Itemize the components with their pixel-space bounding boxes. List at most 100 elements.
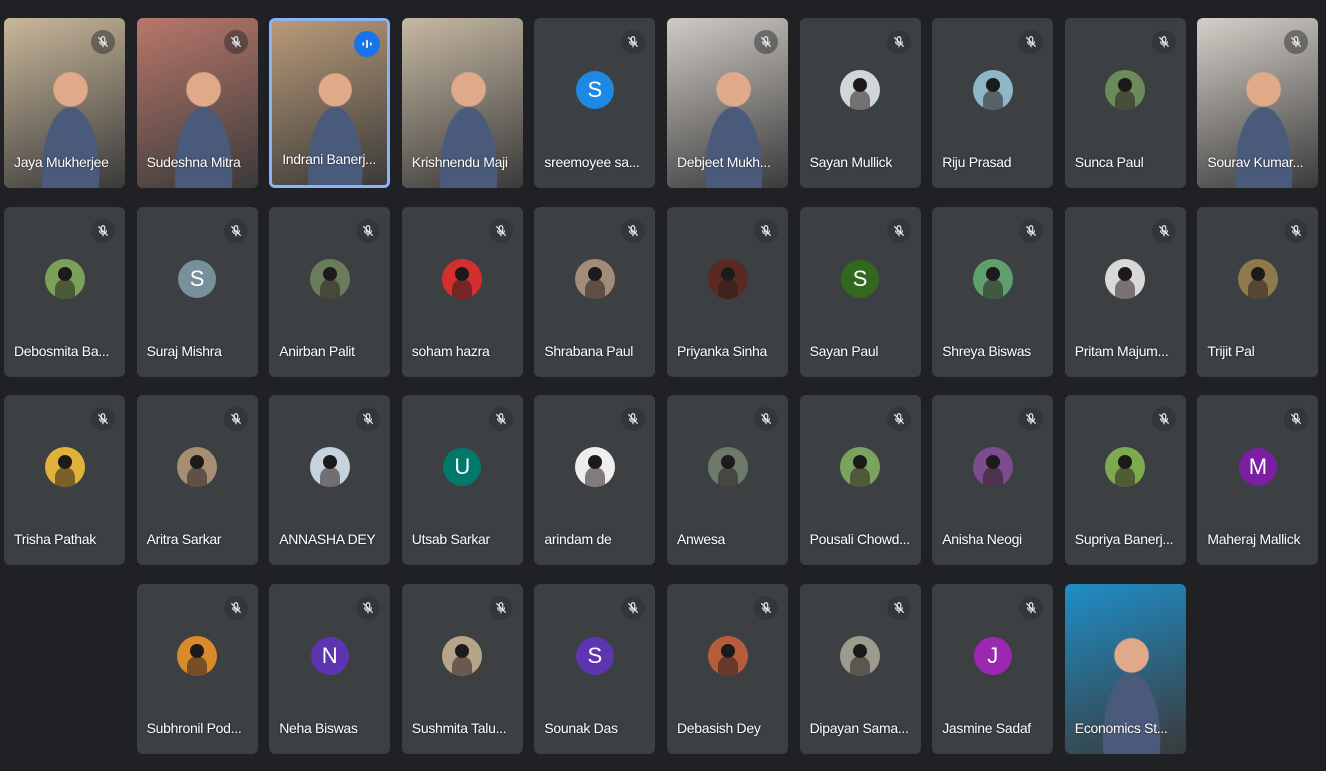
avatar-photo [309, 447, 350, 487]
mic-off-icon [886, 218, 911, 243]
participant-tile-economics-st[interactable]: Economics St... [1064, 583, 1186, 754]
avatar-photo [707, 258, 748, 299]
avatar-initial: U [443, 448, 482, 486]
mic-off-icon [1019, 595, 1044, 620]
participant-name: Aritra Sarkar [146, 531, 222, 547]
mic-off-icon [621, 30, 646, 54]
participant-name: Sayan Paul [809, 342, 879, 359]
participant-tile-priyanka-sinha[interactable]: Priyanka Sinha [667, 206, 788, 377]
participant-name: arindam de [544, 531, 612, 547]
avatar-initial: S [575, 636, 614, 675]
mic-off-icon [754, 407, 778, 431]
participant-tile-anirban-palit[interactable]: Anirban Palit [269, 206, 391, 377]
participant-name: Debjeet Mukh... [677, 154, 771, 170]
participant-name: Maheraj Mallick [1207, 531, 1301, 547]
participant-name: Sudeshna Mitra [146, 154, 241, 170]
participant-tile-supriya-banerj[interactable]: Supriya Banerj... [1064, 395, 1186, 565]
participant-tile-sushmita-talu[interactable]: Sushmita Talu... [401, 583, 523, 754]
mic-off-icon [886, 595, 911, 620]
participant-name: Jaya Mukherjee [14, 154, 109, 170]
mic-off-icon [91, 30, 115, 54]
avatar-photo [972, 70, 1013, 110]
participant-tile-sreemoyee-sa[interactable]: Ssreemoyee sa... [534, 18, 656, 188]
participant-tile-arindam-de[interactable]: arindam de [534, 395, 656, 565]
participant-name: Riju Prasad [942, 154, 1012, 170]
avatar-photo [44, 447, 85, 487]
participant-name: Subhronil Pod... [146, 719, 242, 736]
participant-tile-sayan-mullick[interactable]: Sayan Mullick [799, 18, 921, 188]
participant-tile-sudeshna-mitra[interactable]: Sudeshna Mitra [136, 18, 258, 188]
mic-off-icon [754, 30, 778, 54]
mic-off-icon [754, 218, 778, 243]
participant-name: Sounak Das [544, 719, 618, 736]
participant-tile-pousali-chowd[interactable]: Pousali Chowd... [799, 395, 921, 565]
avatar-initial: N [310, 636, 349, 675]
participant-tile-aritra-sarkar[interactable]: Aritra Sarkar [136, 395, 258, 565]
participant-name: Suraj Mishra [146, 342, 222, 359]
mic-off-icon [356, 407, 381, 431]
participant-tile-trijit-pal[interactable]: Trijit Pal [1197, 206, 1319, 377]
participant-tile-maheraj-mallick[interactable]: M Maheraj Mallick [1197, 395, 1319, 565]
avatar-initial: S [841, 259, 880, 298]
participant-tile-soham-hazra[interactable]: soham hazra [401, 206, 523, 377]
avatar-photo [309, 258, 350, 299]
participant-name: Trisha Pathak [14, 531, 96, 547]
participant-tile-jaya-mukherjee[interactable]: Jaya Mukherjee [4, 18, 125, 188]
participant-tile-jasmine-sadaf[interactable]: J Jasmine Sadaf [932, 583, 1054, 754]
participant-tile-anwesa[interactable]: Anwesa [667, 395, 788, 565]
mic-off-icon [621, 407, 646, 431]
mic-off-icon [621, 218, 646, 243]
participant-tile-annasha-dey[interactable]: ANNASHA DEY [269, 395, 391, 565]
participant-name: Indrani Banerj... [282, 151, 376, 167]
avatar-photo [972, 258, 1013, 299]
participant-name: ANNASHA DEY [279, 531, 376, 547]
participant-tile-sounak-das[interactable]: S Sounak Das [534, 583, 656, 754]
participant-tile-krishnendu-maji[interactable]: Krishnendu Maji [401, 18, 523, 188]
mic-off-icon [1151, 218, 1176, 243]
participant-name: soham hazra [411, 342, 490, 359]
participant-tile-shreya-biswas[interactable]: Shreya Biswas [932, 206, 1054, 377]
participant-tile-pritam-majum[interactable]: Pritam Majum... [1064, 206, 1186, 377]
avatar-photo [840, 70, 881, 110]
mic-off-icon [91, 407, 115, 431]
participant-tile-riju-prasad[interactable]: Riju Prasad [932, 18, 1054, 188]
participant-tile-indrani-banerj[interactable]: Indrani Banerj... [269, 18, 391, 188]
participant-tile-suraj-mishra[interactable]: S Suraj Mishra [136, 206, 258, 377]
participant-tile-subhronil-pod[interactable]: Subhronil Pod... [136, 583, 258, 754]
participant-tile-debjeet-mukh[interactable]: Debjeet Mukh... [667, 18, 788, 188]
mic-off-icon [886, 407, 911, 431]
participant-name: Anisha Neogi [942, 531, 1022, 547]
participant-name: Sayan Mullick [809, 154, 893, 170]
mic-off-icon [223, 407, 248, 431]
participant-tile-sayan-paul[interactable]: S Sayan Paul [799, 206, 921, 377]
avatar-photo [442, 635, 483, 676]
avatar-initial: J [973, 636, 1012, 675]
mic-off-icon [886, 30, 911, 54]
participant-tile-shrabana-paul[interactable]: Shrabana Paul [534, 206, 656, 377]
participant-name: Utsab Sarkar [411, 531, 490, 547]
mic-off-icon [488, 595, 513, 620]
participant-name: Economics St... [1074, 719, 1168, 736]
participant-tile-dipayan-sama[interactable]: Dipayan Sama... [799, 583, 921, 754]
participant-tile-debosmita-ba[interactable]: Debosmita Ba... [4, 206, 125, 377]
avatar-photo [840, 447, 881, 487]
avatar-photo [1237, 258, 1278, 299]
speaking-indicator-icon [354, 31, 381, 57]
participant-name: Dipayan Sama... [809, 719, 909, 736]
participant-tile-sunca-paul[interactable]: Sunca Paul [1064, 18, 1186, 188]
participant-tile-anisha-neogi[interactable]: Anisha Neogi [932, 395, 1054, 565]
avatar-photo [707, 447, 748, 487]
avatar-photo [574, 447, 615, 487]
avatar-photo [44, 258, 85, 299]
mic-off-icon [1284, 218, 1309, 243]
avatar-photo [442, 258, 483, 299]
participant-tile-debasish-dey[interactable]: Debasish Dey [667, 583, 788, 754]
participant-tile-neha-biswas[interactable]: N Neha Biswas [269, 583, 391, 754]
participant-tile-sourav-kumar[interactable]: Sourav Kumar... [1197, 18, 1319, 188]
participant-tile-trisha-pathak[interactable]: Trisha Pathak [4, 395, 125, 565]
avatar-photo [574, 258, 615, 299]
participant-tile-utsab-sarkar[interactable]: U Utsab Sarkar [401, 395, 523, 565]
mic-off-icon [754, 595, 778, 620]
mic-off-icon [488, 218, 513, 243]
participant-name: Debasish Dey [677, 719, 761, 736]
